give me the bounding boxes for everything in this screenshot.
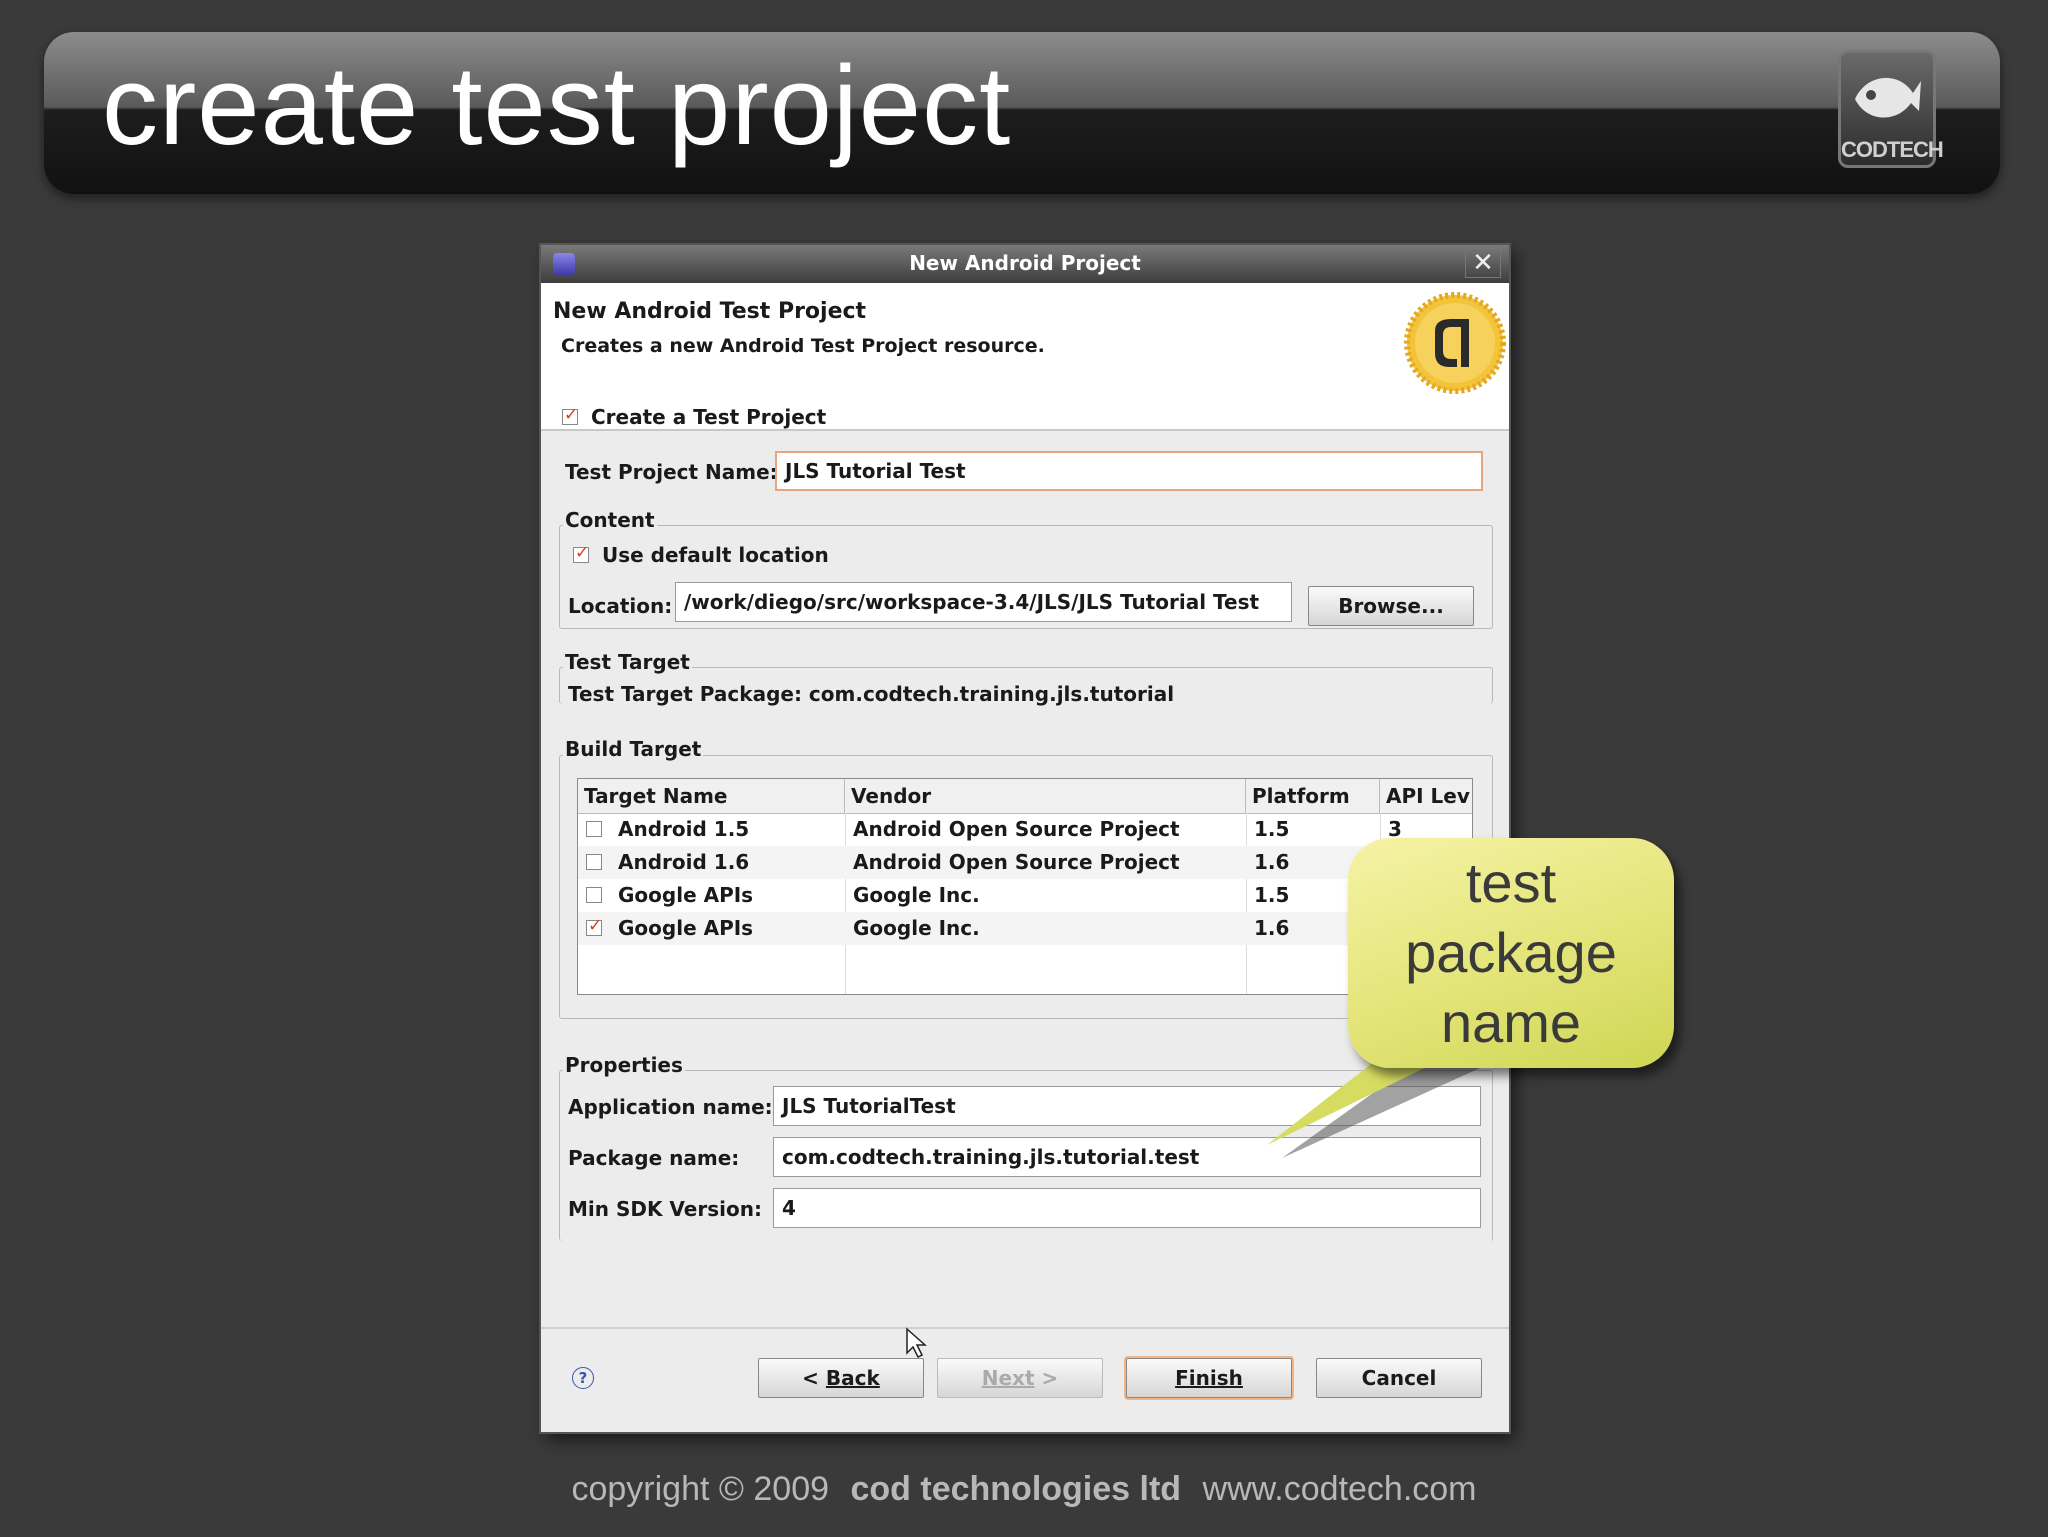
create-test-project-label: Create a Test Project <box>591 405 827 429</box>
vendor-cell: Google Inc. <box>853 916 980 940</box>
location-input[interactable]: /work/diego/src/workspace-3.4/JLS/JLS Tu… <box>675 582 1292 622</box>
callout-line: name <box>1440 991 1582 1054</box>
platform-cell: 1.6 <box>1254 850 1290 874</box>
build-target-group-title: Build Target <box>563 737 704 761</box>
test-target-group-title: Test Target <box>563 650 692 674</box>
vendor-cell: Android Open Source Project <box>853 850 1180 874</box>
next-button-label: Next <box>981 1366 1035 1390</box>
slide-header: create test project CODTECH <box>44 32 2000 194</box>
target-name-cell: Android 1.6 <box>618 850 750 874</box>
browse-button[interactable]: Browse... <box>1308 586 1474 626</box>
target-checkbox[interactable] <box>586 854 602 870</box>
wizard-description: Creates a new Android Test Project resou… <box>561 335 1045 357</box>
wizard-heading: New Android Test Project <box>553 299 867 324</box>
table-row[interactable]: Google APIs Google Inc. 1.6 <box>578 912 1472 945</box>
cancel-button[interactable]: Cancel <box>1316 1358 1482 1398</box>
annotation-callout: test package name <box>1348 838 1674 1068</box>
close-button[interactable]: ✕ <box>1465 248 1501 278</box>
table-row[interactable]: Android 1.5 Android Open Source Project … <box>578 813 1472 846</box>
build-target-table: Target Name Vendor Platform API Lev Andr… <box>577 778 1473 995</box>
use-default-location-label: Use default location <box>602 543 829 567</box>
codtech-logo: CODTECH <box>1838 50 1944 168</box>
min-sdk-version-label: Min SDK Version: <box>568 1197 762 1221</box>
min-sdk-version-input[interactable]: 4 <box>773 1188 1481 1228</box>
finish-button[interactable]: Finish <box>1126 1358 1292 1398</box>
test-target-package: Test Target Package: com.codtech.trainin… <box>568 682 1175 706</box>
callout-line: test <box>1465 851 1557 914</box>
finish-button-label: Finish <box>1175 1366 1243 1390</box>
vendor-cell: Google Inc. <box>853 883 980 907</box>
column-vendor[interactable]: Vendor <box>845 779 1246 813</box>
window-title: New Android Project <box>909 251 1141 275</box>
new-android-project-dialog: New Android Project ✕ New Android Test P… <box>541 245 1509 1432</box>
window-titlebar[interactable]: New Android Project ✕ <box>541 245 1509 283</box>
footer-copyright: copyright © 2009 <box>571 1470 830 1508</box>
platform-cell: 1.5 <box>1254 883 1290 907</box>
content-group-title: Content <box>563 508 657 532</box>
target-checkbox[interactable] <box>586 887 602 903</box>
logo-text: CODTECH <box>1841 137 1944 162</box>
back-button-label: Back <box>825 1366 880 1390</box>
callout-line: package <box>1405 921 1617 984</box>
column-platform[interactable]: Platform <box>1246 779 1380 813</box>
next-button[interactable]: Next > <box>937 1358 1103 1398</box>
mouse-pointer-icon <box>906 1327 927 1359</box>
target-checkbox[interactable] <box>586 916 602 936</box>
column-api-level[interactable]: API Lev <box>1380 779 1472 813</box>
target-checkbox[interactable] <box>586 821 602 837</box>
target-name-cell: Google APIs <box>618 916 754 940</box>
table-header: Target Name Vendor Platform API Lev <box>578 779 1472 814</box>
properties-group-title: Properties <box>563 1053 685 1077</box>
test-project-name-input[interactable]: JLS Tutorial Test <box>775 451 1483 491</box>
android-adt-icon <box>1404 292 1506 394</box>
platform-cell: 1.5 <box>1254 817 1290 841</box>
column-target-name[interactable]: Target Name <box>578 779 845 813</box>
vendor-cell: Android Open Source Project <box>853 817 1180 841</box>
table-row[interactable]: Android 1.6 Android Open Source Project … <box>578 846 1472 879</box>
fish-icon <box>1855 77 1921 118</box>
footer-company: cod technologies ltd <box>850 1470 1182 1508</box>
test-project-name-label: Test Project Name: <box>565 460 778 484</box>
button-bar-separator <box>541 1327 1509 1329</box>
target-name-cell: Android 1.5 <box>618 817 750 841</box>
slide-title: create test project <box>102 43 1012 168</box>
application-name-label: Application name: <box>568 1095 773 1119</box>
slide-footer: copyright © 2009 cod technologies ltd ww… <box>0 1470 2048 1509</box>
help-icon[interactable]: ? <box>572 1367 594 1389</box>
platform-cell: 1.6 <box>1254 916 1290 940</box>
use-default-location-checkbox[interactable] <box>573 543 589 563</box>
create-test-project-checkbox[interactable] <box>562 405 578 425</box>
target-name-cell: Google APIs <box>618 883 754 907</box>
package-name-label: Package name: <box>568 1146 740 1170</box>
back-button[interactable]: < Back <box>758 1358 924 1398</box>
location-label: Location: <box>568 594 673 618</box>
footer-website: www.codtech.com <box>1202 1470 1477 1508</box>
table-row[interactable]: Google APIs Google Inc. 1.5 <box>578 879 1472 912</box>
